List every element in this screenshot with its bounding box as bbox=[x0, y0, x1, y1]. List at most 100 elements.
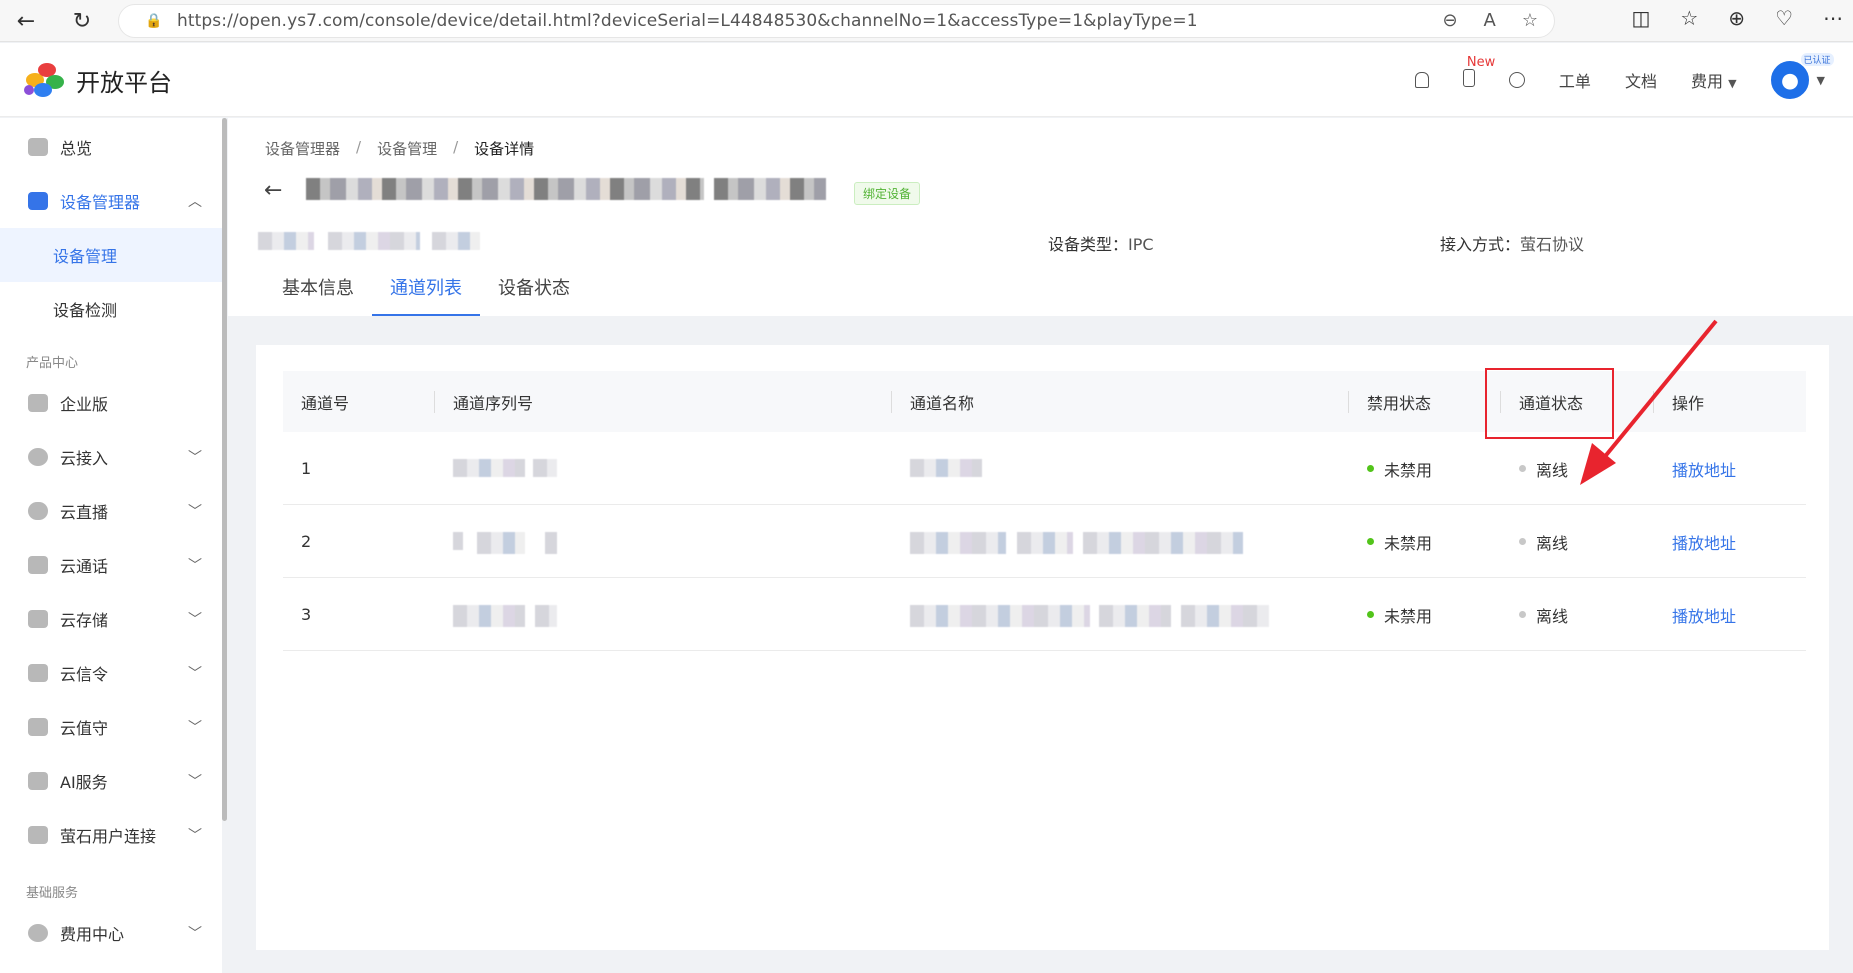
play-address-link[interactable]: 播放地址 bbox=[1672, 505, 1736, 578]
refresh-icon[interactable]: ↻ bbox=[62, 1, 102, 41]
zoom-icon[interactable]: ⊖ bbox=[1442, 10, 1457, 31]
sidebar-item-label: 总览 bbox=[60, 139, 93, 158]
breadcrumb-current: 设备详情 bbox=[474, 140, 535, 158]
cloud-icon bbox=[28, 502, 48, 520]
play-address-link[interactable]: 播放地址 bbox=[1672, 578, 1736, 651]
sidebar-scrollbar[interactable] bbox=[222, 118, 227, 821]
channel-serial-redacted bbox=[477, 532, 525, 554]
favorites-icon[interactable]: ☆ bbox=[1680, 6, 1698, 30]
sidebar-item-enterprise[interactable]: 企业版 bbox=[0, 376, 222, 430]
column-header-channel-serial: 通道序列号 bbox=[453, 393, 534, 413]
channel-serial-redacted bbox=[453, 605, 525, 627]
sidebar-item-cloud-access[interactable]: 云接入 ﹀ bbox=[0, 430, 222, 484]
device-serial-redacted bbox=[328, 232, 420, 250]
sidebar-item-label: 费用中心 bbox=[60, 925, 125, 944]
table-row: 2 未禁用 离线 播放地址 bbox=[283, 505, 1806, 578]
chevron-up-icon: ︿ bbox=[188, 194, 202, 210]
logo[interactable]: 开放平台 bbox=[24, 61, 172, 99]
bell-icon[interactable] bbox=[1414, 72, 1429, 88]
phone-icon bbox=[28, 556, 48, 574]
address-bar[interactable]: 🔒 https://open.ys7.com/console/device/de… bbox=[118, 4, 1555, 38]
fees-menu[interactable]: 费用 ▼ bbox=[1691, 68, 1737, 92]
favorite-star-icon[interactable]: ☆ bbox=[1522, 10, 1538, 31]
sidebar-item-cloud-storage[interactable]: 云存储 ﹀ bbox=[0, 592, 222, 646]
new-badge: New bbox=[1466, 55, 1496, 70]
column-divider bbox=[1348, 391, 1349, 413]
sidebar-item-label: 萤石用户连接 bbox=[60, 827, 157, 846]
channel-no: 2 bbox=[301, 532, 312, 551]
ticket-link[interactable]: 工单 bbox=[1559, 68, 1591, 92]
sidebar-item-cloud-live[interactable]: 云直播 ﹀ bbox=[0, 484, 222, 538]
user-menu[interactable]: 已认证 ▼ bbox=[1770, 53, 1834, 99]
status-dot bbox=[1367, 611, 1374, 618]
health-icon[interactable]: ♡ bbox=[1775, 6, 1793, 30]
browser-toolbar: ← ↻ 🔒 https://open.ys7.com/console/devic… bbox=[0, 0, 1853, 42]
status-dot bbox=[1367, 465, 1374, 472]
sidebar-item-user-connect[interactable]: 萤石用户连接 ﹀ bbox=[0, 808, 222, 862]
channel-no: 3 bbox=[301, 605, 312, 624]
ai-icon bbox=[28, 772, 48, 790]
sidebar-item-ai-service[interactable]: AI服务 ﹀ bbox=[0, 754, 222, 808]
column-header-channel-name: 通道名称 bbox=[910, 393, 975, 413]
sidebar-item-label: 云值守 bbox=[60, 719, 109, 738]
channel-status-text: 离线 bbox=[1536, 533, 1569, 553]
tab-channel-list[interactable]: 通道列表 bbox=[372, 258, 480, 316]
disable-status: 未禁用 bbox=[1367, 432, 1432, 505]
channel-serial-redacted bbox=[453, 459, 525, 477]
back-icon[interactable]: ← bbox=[6, 1, 46, 41]
channel-serial-redacted bbox=[535, 605, 557, 627]
caret-down-icon: ▼ bbox=[1816, 73, 1825, 87]
back-arrow-icon[interactable]: ← bbox=[264, 178, 282, 203]
building-icon bbox=[28, 394, 48, 412]
logo-icon bbox=[24, 61, 68, 99]
sidebar-item-cloud-guard[interactable]: 云值守 ﹀ bbox=[0, 700, 222, 754]
channel-name-redacted bbox=[910, 532, 1006, 554]
storage-icon bbox=[28, 610, 48, 628]
status-dot bbox=[1519, 611, 1526, 618]
sidebar-item-overview[interactable]: 总览 bbox=[0, 120, 222, 174]
channel-status-text: 离线 bbox=[1536, 606, 1569, 626]
sidebar-item-cloud-signal[interactable]: 云信令 ﹀ bbox=[0, 646, 222, 700]
chevron-down-icon: ﹀ bbox=[188, 450, 202, 466]
channel-no: 1 bbox=[301, 459, 312, 478]
collections-icon[interactable]: ⊕ bbox=[1728, 6, 1745, 30]
sidebar-item-cloud-call[interactable]: 云通话 ﹀ bbox=[0, 538, 222, 592]
device-name-redacted bbox=[306, 178, 704, 200]
channel-status: 离线 bbox=[1519, 505, 1568, 578]
breadcrumb-device-manager[interactable]: 设备管理器 bbox=[265, 138, 340, 159]
lock-icon: 🔒 bbox=[145, 13, 163, 29]
sidebar-item-device-management[interactable]: 设备管理 bbox=[0, 228, 222, 282]
device-serial-redacted bbox=[258, 232, 314, 250]
chevron-down-icon: ﹀ bbox=[188, 828, 202, 844]
channel-serial-redacted bbox=[453, 532, 463, 550]
disable-status: 未禁用 bbox=[1367, 578, 1432, 651]
sidebar-item-label: 设备管理 bbox=[53, 247, 118, 266]
column-header-disable-status: 禁用状态 bbox=[1367, 393, 1432, 413]
access-method-value: 萤石协议 bbox=[1520, 235, 1585, 254]
sidebar-item-device-manager[interactable]: 设备管理器 ︿ bbox=[0, 174, 222, 228]
server-icon bbox=[28, 192, 48, 210]
device-name-redacted bbox=[714, 178, 826, 200]
sidebar: 总览 设备管理器 ︿ 设备管理 设备检测 产品中心 企业版 云接入 ﹀ 云直播 … bbox=[0, 118, 222, 973]
house-icon bbox=[28, 718, 48, 736]
tab-basic-info[interactable]: 基本信息 bbox=[282, 258, 354, 316]
tab-device-status[interactable]: 设备状态 bbox=[498, 258, 570, 316]
status-dot bbox=[1519, 538, 1526, 545]
sidebar-item-device-detection[interactable]: 设备检测 bbox=[0, 282, 222, 336]
breadcrumb-device-management[interactable]: 设备管理 bbox=[377, 138, 437, 159]
sidebar-item-label: 云通话 bbox=[60, 557, 109, 576]
more-icon[interactable]: ⋯ bbox=[1823, 6, 1843, 30]
table-row: 3 未禁用 离线 播放地址 bbox=[283, 578, 1806, 651]
docs-link[interactable]: 文档 bbox=[1625, 68, 1657, 92]
read-aloud-icon[interactable]: A bbox=[1484, 10, 1496, 31]
message-icon bbox=[28, 664, 48, 682]
url-text[interactable]: https://open.ys7.com/console/device/deta… bbox=[177, 11, 1198, 31]
column-divider bbox=[891, 391, 892, 413]
sidebar-item-label: 云存储 bbox=[60, 611, 109, 630]
mobile-menu[interactable]: New bbox=[1462, 55, 1495, 91]
sidebar-item-billing[interactable]: 费用中心 ﹀ bbox=[0, 906, 222, 960]
compass-icon[interactable] bbox=[1508, 72, 1525, 88]
split-screen-icon[interactable]: ◫ bbox=[1631, 6, 1650, 30]
channel-serial-redacted bbox=[533, 459, 557, 477]
channel-name-redacted bbox=[910, 459, 982, 477]
